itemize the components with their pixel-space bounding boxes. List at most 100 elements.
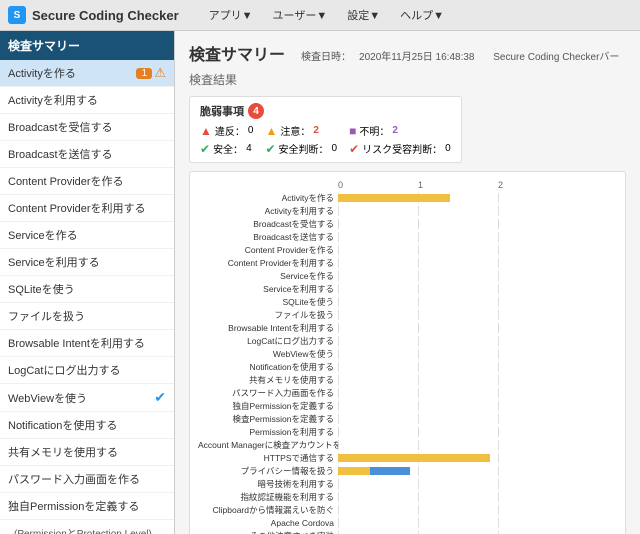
chart-bar-area (338, 349, 617, 359)
sidebar-item-label: Browsable Intentを利用する (8, 335, 145, 351)
menu-user[interactable]: ユーザー▼ (263, 3, 338, 27)
issue-caution: ▲ 注意： 2 (265, 123, 337, 138)
warning-icon: ⚠ (154, 65, 166, 81)
sidebar-item-file[interactable]: ファイルを扱う (0, 303, 174, 330)
chart-row: Content Providerを利用する (198, 257, 617, 269)
sidebar-item-service-use[interactable]: Serviceを利用する (0, 249, 174, 276)
chart-row: Browsable Intentを利用する (198, 322, 617, 334)
app-icon: S (8, 6, 26, 24)
chart-row: SQLiteを使う (198, 296, 617, 308)
issue-safe-judge: ✔ 安全判断： 0 (265, 141, 337, 156)
chart-bar-area (338, 440, 617, 450)
version-label: Secure Coding Checkerバー (493, 48, 619, 63)
chart-bar-area (338, 492, 617, 502)
sidebar-item-permission-define[interactable]: 独自Permissionを定義する (0, 493, 174, 520)
chart-row-label: パスワード入力画面を作る (198, 387, 338, 399)
chart-bar-area (338, 414, 617, 424)
chart-bar-area (338, 362, 617, 372)
chart-row-label: SQLiteを使う (198, 296, 338, 308)
sidebar-item-label: Notificationを使用する (8, 417, 117, 433)
page-title: 検査サマリー (189, 41, 285, 65)
chart-row: HTTPSで通信する (198, 452, 617, 464)
sidebar-item-activity-create[interactable]: Activityを作る 1 ⚠ (0, 60, 174, 87)
chart-row: Serviceを作る (198, 270, 617, 282)
issue-unclear: ■ 不明： 2 (349, 123, 451, 138)
sidebar-item-label: Content Providerを作る (8, 173, 124, 189)
sidebar-item-sqlite[interactable]: SQLiteを使う (0, 276, 174, 303)
menu-settings[interactable]: 設定▼ (337, 3, 390, 27)
chart-axis-top: 0 1 2 (338, 180, 617, 190)
sidebar-item-permission-define-sub[interactable]: (PermissionとProtection Level) (0, 520, 174, 534)
sidebar-item-label: SQLiteを使う (8, 281, 75, 297)
chart-bar-area (338, 245, 617, 255)
chart-bar-area (338, 206, 617, 216)
sidebar-item-shared-memory[interactable]: 共有メモリを使用する (0, 439, 174, 466)
chart-row: 検査Permissionを定義する (198, 413, 617, 425)
chart-bar-area (338, 323, 617, 333)
chart-row-label: Activityを作る (198, 192, 338, 204)
chart-row-label: 検査Permissionを定義する (198, 413, 338, 425)
chart-row: Broadcastを受信する (198, 218, 617, 230)
sidebar-item-content-provider-create[interactable]: Content Providerを作る (0, 168, 174, 195)
chart-bar-area (338, 479, 617, 489)
chart-row-label: Apache Cordova (198, 518, 338, 528)
chart-row: Permissionを利用する (198, 426, 617, 438)
chart-row: Broadcastを送信する (198, 231, 617, 243)
violation-icon: ▲ (200, 124, 212, 138)
sidebar-item-label: Activityを利用する (8, 92, 98, 108)
sidebar-item-notification[interactable]: Notificationを使用する (0, 412, 174, 439)
chart-bar-area (338, 193, 617, 203)
content-area: 検査サマリー 検査日時： 2020年11月25日 16:48:38 Secure… (175, 31, 640, 534)
inspection-info: 検査日時： 2020年11月25日 16:48:38 Secure Coding… (301, 48, 619, 63)
chart-bar-area (338, 297, 617, 307)
chart-bar-area (338, 401, 617, 411)
sidebar-item-label: Serviceを作る (8, 227, 78, 243)
sidebar-item-broadcast-receive[interactable]: Broadcastを受信する (0, 114, 174, 141)
sidebar-item-logcat[interactable]: LogCatにログ出力する (0, 357, 174, 384)
chart-row: WebViewを使う (198, 348, 617, 360)
menu-help[interactable]: ヘルプ▼ (390, 3, 454, 27)
chart-row-label: Notificationを使用する (198, 361, 338, 373)
app-title: Secure Coding Checker (32, 8, 179, 23)
bar-chart: 0 1 2 Activityを作るActivityを利用するBroadcastを… (189, 171, 626, 534)
chart-bar-area (338, 219, 617, 229)
chart-row: Clipboardから情報漏えいを防ぐ (198, 504, 617, 516)
sidebar-item-label: Serviceを利用する (8, 254, 100, 270)
content-subtitle: 検査結果 (189, 71, 626, 88)
chart-bar-area (338, 427, 617, 437)
safe-icon: ✔ (200, 142, 210, 156)
badge-count: 1 (136, 68, 152, 79)
menu-app[interactable]: アプリ▼ (199, 3, 263, 27)
issue-risk: ✔ リスク受容判断： 0 (349, 141, 451, 156)
sidebar-item-service-create[interactable]: Serviceを作る (0, 222, 174, 249)
chart-bar-area (338, 388, 617, 398)
inspection-date: 2020年11月25日 16:48:38 (359, 48, 474, 63)
chart-row-label: Broadcastを受信する (198, 218, 338, 230)
sidebar-item-password[interactable]: パスワード入力画面を作る (0, 466, 174, 493)
chart-row-label: 暗号技術を利用する (198, 478, 338, 490)
chart-bar-area (338, 466, 617, 476)
chart-row-label: Browsable Intentを利用する (198, 322, 338, 334)
sidebar-item-broadcast-send[interactable]: Broadcastを送信する (0, 141, 174, 168)
chart-row-label: Serviceを利用する (198, 283, 338, 295)
sidebar-item-label: WebViewを使う (8, 390, 87, 406)
chart-bar-area (338, 518, 617, 528)
issue-safe: ✔ 安全： 4 (200, 141, 253, 156)
sidebar-item-webview[interactable]: WebViewを使う ✔ (0, 384, 174, 412)
chart-row-label: LogCatにログ出力する (198, 335, 338, 347)
chart-bar-area (338, 310, 617, 320)
sidebar-item-activity-use[interactable]: Activityを利用する (0, 87, 174, 114)
chart-row-label: HTTPSで通信する (198, 452, 338, 464)
chart-row-label: ファイルを扱う (198, 309, 338, 321)
sidebar-item-browsable-intent[interactable]: Browsable Intentを利用する (0, 330, 174, 357)
chart-row: Activityを作る (198, 192, 617, 204)
unclear-icon: ■ (349, 124, 356, 138)
chart-row-label: Serviceを作る (198, 270, 338, 282)
chart-bar-area (338, 453, 617, 463)
caution-bar (338, 467, 370, 475)
chart-row: 独自Permissionを定義する (198, 400, 617, 412)
chart-row: Account Managerに検査アカウントを追加する (198, 439, 617, 451)
chart-row-label: Clipboardから情報漏えいを防ぐ (198, 504, 338, 516)
sidebar-item-content-provider-use[interactable]: Content Providerを利用する (0, 195, 174, 222)
titlebar: S Secure Coding Checker アプリ▼ ユーザー▼ 設定▼ ヘ… (0, 0, 640, 31)
